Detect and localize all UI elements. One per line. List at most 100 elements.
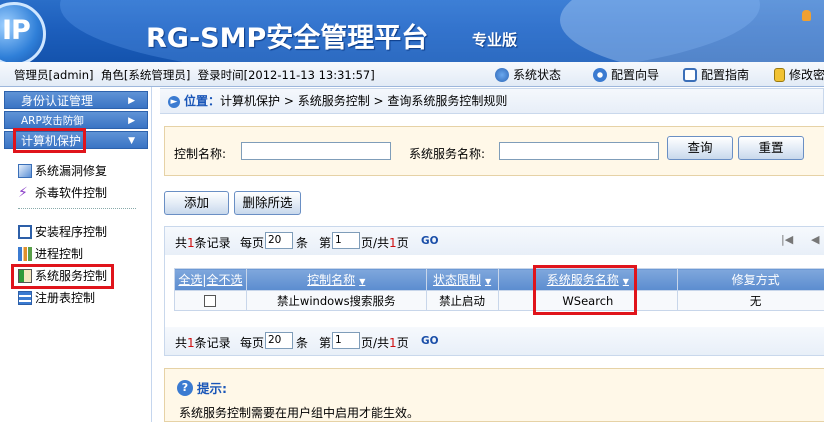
nav-system-status[interactable]: 系统状态: [495, 66, 561, 83]
sort-down-icon: ▼: [359, 277, 366, 286]
header-label: 控制名称: [307, 273, 356, 287]
chevron-right-icon: ▶: [128, 96, 135, 106]
query-button[interactable]: 查询: [667, 136, 733, 160]
book-icon: [683, 67, 697, 82]
page-info: 页/共1页: [361, 236, 409, 250]
per-page-label: 每页: [240, 236, 265, 250]
monitor-icon: [495, 67, 509, 82]
nav-config-guide[interactable]: 配置指南: [683, 66, 749, 83]
app-title: RG-SMP安全管理平台: [146, 23, 429, 54]
banner-swoosh: [560, 0, 824, 62]
first-page-icon[interactable]: |◀: [781, 233, 793, 246]
lightning-icon: ⚡: [18, 184, 28, 201]
page-info: 页/共1页: [361, 336, 409, 350]
top-banner: IP RG-SMP安全管理平台 专业版: [0, 0, 824, 62]
session-info: 管理员[admin] 角色[系统管理员] 登录时间[2012-11-13 13:…: [14, 67, 375, 83]
page-input[interactable]: 1: [332, 232, 360, 249]
bar-chart-icon: [18, 246, 32, 261]
control-name-header[interactable]: 控制名称 ▼: [245, 268, 427, 291]
table-row: 禁止windows搜索服务 禁止启动 WSearch 无: [174, 290, 824, 311]
sidebar-group-label: 计算机保护: [21, 134, 82, 148]
reset-button[interactable]: 重置: [738, 136, 804, 160]
add-button[interactable]: 添加: [164, 191, 229, 215]
grid-icon: [18, 290, 32, 305]
sidebar-group-computer-protection[interactable]: 计算机保护 ▼: [4, 131, 148, 149]
sidebar-group-label: ARP攻击防御: [21, 115, 84, 127]
row-checkbox[interactable]: [204, 295, 217, 307]
sidebar-item-install-control[interactable]: 安装程序控制: [18, 223, 107, 240]
per-page-label: 每页: [240, 336, 265, 350]
control-name-cell: 禁止windows搜索服务: [245, 290, 427, 311]
select-all-link[interactable]: 全选: [178, 273, 202, 287]
sidebar-item-label: 注册表控制: [35, 291, 96, 305]
nav-config-wizard-label: 配置向导: [611, 68, 660, 82]
login-time: 登录时间[2012-11-13 13:31:57]: [197, 68, 375, 82]
sidebar-item-label: 系统漏洞修复: [35, 164, 108, 178]
page-prefix: 第: [319, 236, 332, 250]
sidebar-group-label: 身份认证管理: [21, 94, 94, 108]
nav-change-password-label: 修改密: [789, 68, 824, 82]
status-bar: 管理员[admin] 角色[系统管理员] 登录时间[2012-11-13 13:…: [0, 62, 824, 87]
sidebar: 身份认证管理 ▶ ARP攻击防御 ▶ 计算机保护 ▼ 系统漏洞修复 ⚡ 杀毒软件…: [0, 87, 152, 422]
table-header-row: 全选|全不选 控制名称 ▼ 状态限制 ▼ 系统服务名称 ▼ 修复方式: [174, 268, 824, 291]
results-table: 全选|全不选 控制名称 ▼ 状态限制 ▼ 系统服务名称 ▼ 修复方式 禁止window…: [174, 268, 824, 311]
repair-method-header: 修复方式: [677, 268, 824, 291]
service-name-input[interactable]: [499, 142, 659, 160]
nav-change-password[interactable]: 修改密: [774, 66, 824, 83]
shield-icon: [18, 163, 32, 178]
logo-text: IP: [2, 15, 31, 46]
sidebar-item-vuln-repair[interactable]: 系统漏洞修复: [18, 162, 107, 179]
prev-page-icon[interactable]: ◀: [811, 233, 819, 246]
book-icon: [18, 268, 32, 283]
user-corner[interactable]: [802, 8, 811, 22]
per-page-input[interactable]: 20: [265, 332, 293, 349]
tip-panel: ? 提示: 系统服务控制需要在用户组中启用才能生效。: [164, 368, 824, 422]
page-prefix: 第: [319, 336, 332, 350]
search-panel: 控制名称: 系统服务名称: 查询 重置: [164, 126, 824, 176]
go-button[interactable]: GO: [421, 235, 439, 247]
role-label: 角色[系统管理员]: [100, 68, 191, 82]
select-none-link[interactable]: 全不选: [206, 273, 242, 287]
sidebar-group-identity[interactable]: 身份认证管理 ▶: [4, 91, 148, 109]
page-input[interactable]: 1: [332, 332, 360, 349]
chevron-right-icon: ▶: [128, 116, 135, 126]
admin-label: 管理员[admin]: [14, 68, 94, 82]
per-page-input[interactable]: 20: [265, 232, 293, 249]
breadcrumb-path: 计算机保护 > 系统服务控制 > 查询系统服务控制规则: [220, 94, 508, 108]
sidebar-item-service-control[interactable]: 系统服务控制: [18, 267, 107, 284]
nav-config-wizard[interactable]: 配置向导: [593, 66, 659, 83]
go-button[interactable]: GO: [421, 335, 439, 347]
service-name-header[interactable]: 系统服务名称 ▼: [497, 268, 679, 291]
results-panel: 共1条记录 每页 20 条 第 1 页/共1页 GO |◀ ◀ 全选|全不选 控…: [164, 226, 824, 356]
status-limit-header[interactable]: 状态限制 ▼: [425, 268, 499, 291]
tip-title-label: 提示:: [197, 381, 227, 396]
per-page-unit: 条: [296, 336, 309, 350]
control-name-input[interactable]: [241, 142, 391, 160]
lock-icon: [774, 67, 785, 82]
control-name-label: 控制名称:: [174, 147, 227, 161]
sidebar-item-label: 系统服务控制: [35, 269, 108, 283]
per-page-unit: 条: [296, 236, 309, 250]
app-edition: 专业版: [472, 31, 518, 49]
tip-title: ? 提示:: [177, 378, 227, 397]
location-icon: ►: [168, 95, 180, 108]
header-label: 系统服务名称: [546, 273, 619, 287]
gear-icon: [593, 67, 607, 82]
sort-down-icon: ▼: [484, 277, 492, 286]
location-label: 位置：: [184, 94, 221, 108]
delete-selected-button[interactable]: 删除所选: [234, 191, 301, 215]
total-records: 共1条记录: [175, 236, 231, 250]
service-name-label: 系统服务名称:: [409, 147, 486, 161]
sidebar-item-registry-control[interactable]: 注册表控制: [18, 289, 95, 306]
sidebar-item-antivirus[interactable]: ⚡ 杀毒软件控制: [18, 184, 107, 201]
window-icon: [18, 224, 32, 239]
sort-down-icon: ▼: [622, 277, 629, 286]
sidebar-group-arp[interactable]: ARP攻击防御 ▶: [4, 111, 148, 129]
sidebar-item-label: 进程控制: [35, 247, 84, 261]
total-records: 共1条记录: [175, 336, 231, 350]
header-label: 状态限制: [432, 273, 481, 287]
nav-system-status-label: 系统状态: [513, 68, 562, 82]
sidebar-item-process-control[interactable]: 进程控制: [18, 245, 83, 262]
sidebar-item-label: 杀毒软件控制: [35, 186, 108, 200]
pager-top: 共1条记录 每页 20 条 第 1 页/共1页 GO |◀ ◀: [165, 227, 824, 255]
